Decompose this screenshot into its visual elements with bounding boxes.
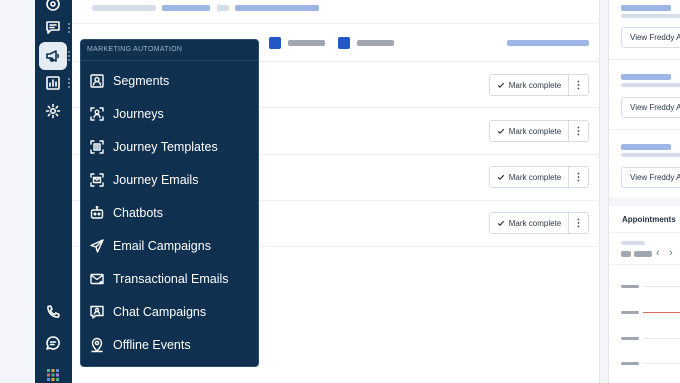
time-line	[643, 286, 680, 287]
skeleton-text	[621, 153, 680, 157]
menu-item-offline-events[interactable]: Offline Events	[89, 334, 191, 356]
apps-grid-icon[interactable]	[39, 361, 67, 383]
current-time-line	[643, 312, 680, 313]
left-nav-rail	[35, 0, 72, 383]
check-icon	[497, 82, 504, 89]
more-options-icon[interactable]: ⋮	[569, 213, 588, 233]
divider	[609, 129, 680, 130]
more-dots[interactable]	[68, 51, 70, 61]
email-campaigns-icon	[89, 238, 105, 254]
time-slot	[621, 311, 639, 314]
skeleton-link[interactable]	[507, 40, 589, 46]
skeleton-text	[621, 241, 645, 245]
skeleton-text	[235, 5, 319, 11]
divider	[72, 23, 600, 24]
menu-item-transactional-emails[interactable]: Transactional Emails	[89, 268, 229, 290]
mark-complete-button[interactable]: Mark complete ⋮	[489, 74, 589, 96]
skeleton-text	[621, 83, 680, 87]
prev-arrow-icon[interactable]: ‹	[656, 247, 660, 259]
check-icon	[497, 220, 504, 227]
view-freddy-button[interactable]: View Freddy AI	[621, 167, 680, 188]
menu-item-chatbots[interactable]: Chatbots	[89, 202, 163, 224]
skeleton-text	[621, 14, 680, 18]
menu-item-segments[interactable]: Segments	[89, 70, 169, 92]
skeleton-text	[621, 74, 671, 80]
time-slot	[621, 337, 639, 340]
filter-chip[interactable]	[338, 37, 350, 49]
offline-events-icon	[89, 337, 105, 353]
skeleton-text	[621, 251, 631, 257]
skeleton-text	[621, 5, 671, 11]
skeleton-text	[217, 5, 229, 11]
more-options-icon[interactable]: ⋮	[569, 75, 588, 95]
journey-emails-icon	[89, 172, 105, 188]
more-options-icon[interactable]: ⋮	[569, 167, 588, 187]
marketing-automation-menu: MARKETING AUTOMATION Segments Journeys J…	[80, 39, 259, 367]
more-options-icon[interactable]: ⋮	[569, 121, 588, 141]
divider	[81, 60, 258, 61]
skeleton-text	[162, 5, 210, 11]
page-edge	[0, 0, 35, 383]
check-icon	[497, 128, 504, 135]
phone-icon[interactable]	[39, 298, 67, 326]
transactional-emails-icon	[89, 271, 105, 287]
skeleton-text	[288, 40, 325, 46]
menu-section-title: MARKETING AUTOMATION	[87, 46, 183, 53]
more-dots[interactable]	[68, 78, 70, 88]
chatbots-icon	[89, 205, 105, 221]
time-slot	[621, 285, 639, 288]
reports-icon[interactable]	[39, 69, 67, 97]
skeleton-text	[92, 5, 156, 11]
message-icon[interactable]	[39, 329, 67, 357]
menu-item-journeys[interactable]: Journeys	[89, 103, 164, 125]
mark-complete-button[interactable]: Mark complete ⋮	[489, 120, 589, 142]
menu-item-journey-emails[interactable]: Journey Emails	[89, 169, 198, 191]
segments-icon	[89, 73, 105, 89]
skeleton-text	[357, 40, 394, 46]
divider	[609, 264, 680, 265]
menu-item-email-campaigns[interactable]: Email Campaigns	[89, 235, 211, 257]
skeleton-text	[621, 144, 671, 150]
menu-item-journey-templates[interactable]: Journey Templates	[89, 136, 218, 158]
menu-item-chat-campaigns[interactable]: Chat Campaigns	[89, 301, 206, 323]
journey-templates-icon	[89, 139, 105, 155]
view-freddy-button[interactable]: View Freddy AI	[621, 97, 680, 118]
divider	[609, 59, 680, 60]
next-arrow-icon[interactable]: ›	[669, 247, 673, 259]
journeys-icon	[89, 106, 105, 122]
check-icon	[497, 174, 504, 181]
time-line	[643, 338, 680, 339]
mark-complete-button[interactable]: Mark complete ⋮	[489, 166, 589, 188]
filter-chip[interactable]	[269, 37, 281, 49]
skeleton-text	[634, 251, 652, 257]
appointments-title: Appointments	[622, 215, 676, 224]
view-freddy-button[interactable]: View Freddy AI	[621, 27, 680, 48]
chat-campaigns-icon	[89, 304, 105, 320]
mark-complete-button[interactable]: Mark complete ⋮	[489, 212, 589, 234]
section-gap	[609, 198, 680, 206]
megaphone-icon[interactable]	[39, 42, 67, 70]
settings-icon[interactable]	[39, 97, 67, 125]
more-dots[interactable]	[68, 23, 70, 33]
chat-icon[interactable]	[39, 13, 67, 41]
time-line	[643, 363, 680, 364]
right-panel: View Freddy AI View Freddy AI View Fredd…	[608, 0, 680, 383]
divider	[609, 232, 680, 233]
time-slot	[621, 362, 639, 365]
